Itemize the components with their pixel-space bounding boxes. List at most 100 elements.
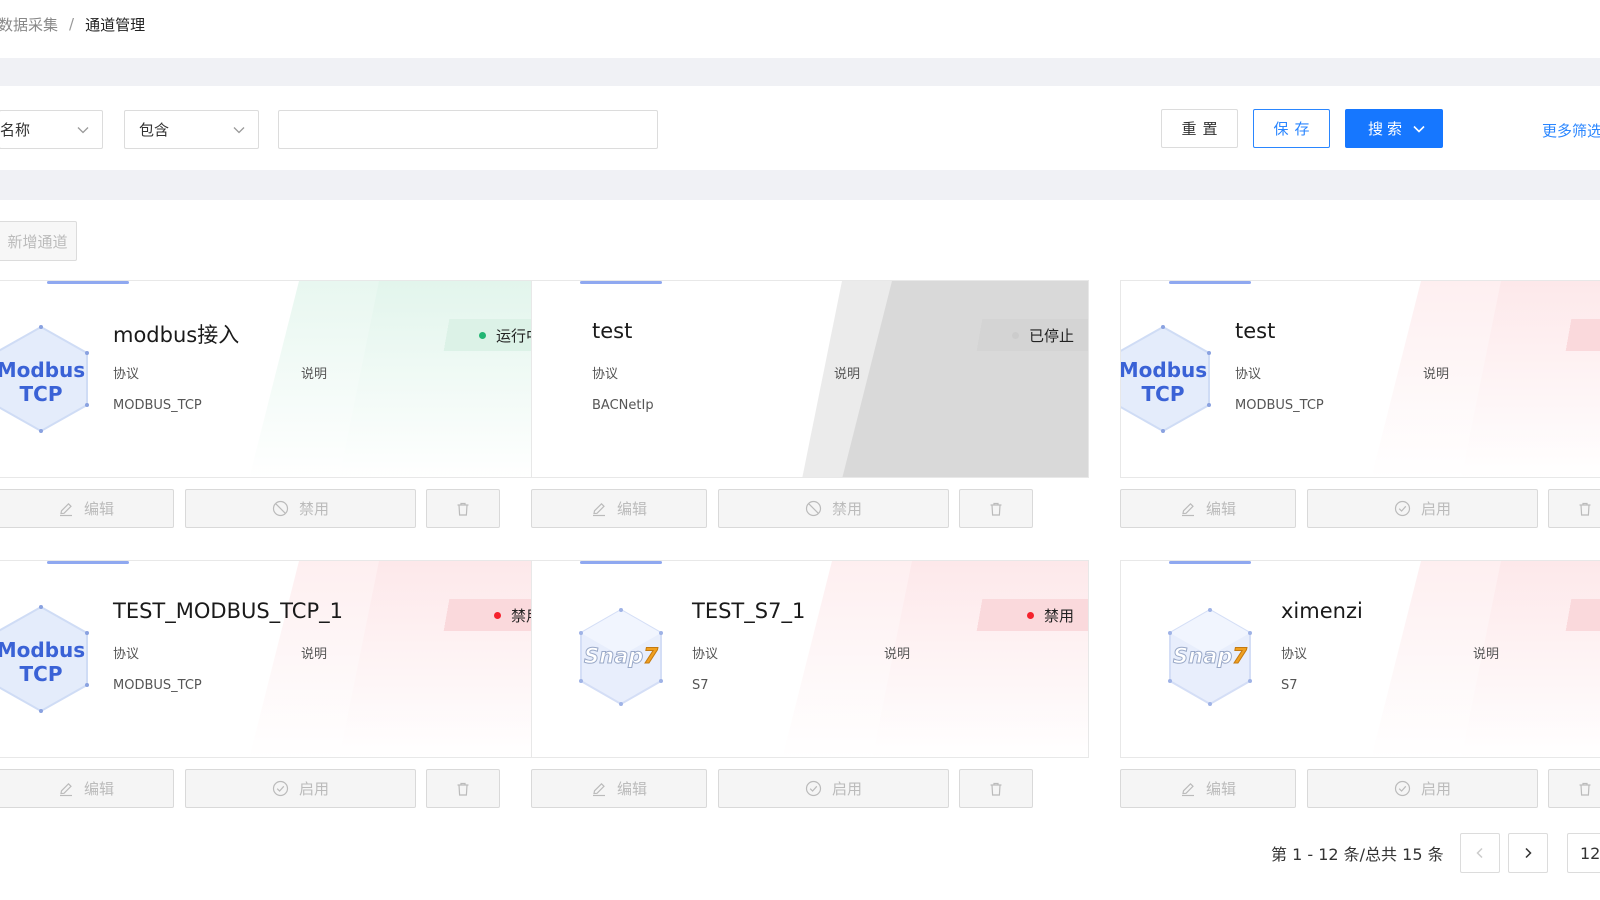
delete-button[interactable] (1548, 769, 1600, 808)
enable-button-label: 启用 (1420, 500, 1451, 518)
enable-icon (805, 780, 822, 797)
protocol-label: 协议 (1281, 647, 1308, 662)
delete-button[interactable] (1548, 489, 1600, 528)
delete-icon (990, 782, 1002, 796)
edit-button[interactable]: 编辑 (531, 489, 707, 528)
add-channel-button[interactable]: 新增通道 (0, 221, 77, 261)
reset-button[interactable]: 重置 (1161, 109, 1238, 148)
protocol-value: MODBUS_TCP (1235, 398, 1324, 413)
prev-page-button[interactable] (1460, 833, 1500, 873)
delete-icon (990, 502, 1002, 516)
channel-card[interactable]: Modbus TCP test 协议 说明 MODBUS_TCP (1120, 280, 1600, 478)
breadcrumb-separator: / (69, 15, 75, 33)
protocol-logo: Modbus TCP (0, 325, 91, 437)
disable-icon (272, 500, 289, 517)
channel-card[interactable]: Modbus TCP modbus接入 协议 说明 MODBUS_TCP 运行中 (0, 280, 556, 478)
logo-text: TCP (1142, 382, 1185, 406)
logo-text: Snap7 (1173, 644, 1247, 668)
description-label: 说明 (834, 367, 861, 382)
enable-icon (272, 780, 289, 797)
edit-button[interactable]: 编辑 (1120, 489, 1296, 528)
field-select[interactable]: 名称 (0, 110, 103, 149)
edit-icon (592, 782, 605, 796)
channel-card[interactable]: Modbus TCP TEST_MODBUS_TCP_1 协议 说明 MODBUS_TCP… (0, 560, 556, 758)
enable-button[interactable]: 启用 (1307, 769, 1538, 808)
protocol-value: BACNetIp (592, 398, 654, 413)
disable-icon (805, 500, 822, 517)
status-dot (478, 331, 486, 339)
divider-band (0, 170, 1600, 200)
search-input[interactable] (278, 110, 658, 149)
enable-button[interactable]: 启用 (185, 769, 416, 808)
edit-button[interactable]: 编辑 (0, 489, 174, 528)
delete-button[interactable] (959, 489, 1033, 528)
status-badge (1549, 319, 1600, 351)
logo-text: Modbus (0, 358, 85, 382)
edit-button[interactable]: 编辑 (531, 769, 707, 808)
status-badge: 已停止 (960, 319, 1088, 351)
divider-band (0, 58, 1600, 86)
delete-icon (457, 782, 469, 796)
status-text: 禁用 (1043, 606, 1074, 625)
channel-card[interactable]: Snap7 TEST_S7_1 协议 说明 S7 禁用 (531, 560, 1089, 758)
edit-button[interactable]: 编辑 (0, 769, 174, 808)
protocol-label: 协议 (692, 647, 719, 662)
protocol-logo: Snap7 (576, 607, 666, 711)
enable-button-label: 启用 (831, 780, 862, 798)
search-button[interactable]: 搜索 (1345, 109, 1443, 148)
disable-button[interactable]: 禁用 (185, 489, 416, 528)
protocol-value: S7 (692, 678, 709, 693)
edit-icon (59, 502, 72, 516)
channel-name: ximenzi (1281, 599, 1363, 623)
save-button[interactable]: 保存 (1253, 109, 1330, 148)
description-label: 说明 (1473, 647, 1500, 662)
channel-name: TEST_S7_1 (692, 599, 806, 623)
disable-button-label: 禁用 (831, 500, 862, 518)
logo-text: TCP (20, 382, 63, 406)
page-size-select[interactable]: 12 (1567, 833, 1600, 873)
description-label: 说明 (1423, 367, 1450, 382)
delete-button[interactable] (959, 769, 1033, 808)
protocol-logo: Modbus TCP (0, 605, 91, 717)
delete-button[interactable] (426, 489, 500, 528)
enable-button-label: 启用 (298, 780, 329, 798)
protocol-value: MODBUS_TCP (113, 398, 202, 413)
enable-button[interactable]: 启用 (1307, 489, 1538, 528)
description-label: 说明 (884, 647, 911, 662)
channel-card[interactable]: Snap7 ximenzi 协议 说明 S7 (1120, 560, 1600, 758)
edit-icon (592, 502, 605, 516)
chevron-left-icon (1476, 847, 1483, 859)
channel-name: TEST_MODBUS_TCP_1 (113, 599, 343, 623)
modbus-tcp-logo: ModbusTCP (0, 325, 89, 433)
chevron-down-icon (1413, 125, 1425, 133)
card-accent-line (1169, 281, 1251, 284)
edit-button[interactable]: 编辑 (1120, 769, 1296, 808)
card-accent-line (580, 281, 662, 284)
chevron-down-icon (77, 127, 89, 134)
delete-icon (457, 502, 469, 516)
channel-card[interactable]: test 协议 说明 BACNetIp 已停止 (531, 280, 1089, 478)
operator-select[interactable]: 包含 (124, 110, 259, 149)
status-dot (1026, 611, 1034, 619)
enable-icon (1394, 780, 1411, 797)
breadcrumb-item-current: 通道管理 (85, 15, 146, 34)
more-filters-link[interactable]: 更多筛选 (1542, 120, 1600, 141)
delete-icon (1579, 502, 1591, 516)
breadcrumb-item-data-collection[interactable]: 数据采集 (0, 14, 58, 35)
channel-name: test (1235, 319, 1276, 343)
edit-button-label: 编辑 (1205, 780, 1236, 798)
status-dot (1011, 331, 1019, 339)
edit-button-label: 编辑 (83, 780, 114, 798)
modbus-tcp-logo: ModbusTCP (0, 605, 89, 713)
enable-button[interactable]: 启用 (718, 769, 949, 808)
delete-button[interactable] (426, 769, 500, 808)
edit-icon (1181, 502, 1194, 516)
disable-button[interactable]: 禁用 (718, 489, 949, 528)
next-page-button[interactable] (1508, 833, 1548, 873)
logo-text: TCP (20, 662, 63, 686)
status-badge: 禁用 (960, 599, 1088, 631)
chevron-down-icon (233, 127, 245, 134)
card-accent-line (47, 281, 129, 284)
logo-text: Modbus (0, 638, 85, 662)
edit-button-label: 编辑 (83, 500, 114, 518)
